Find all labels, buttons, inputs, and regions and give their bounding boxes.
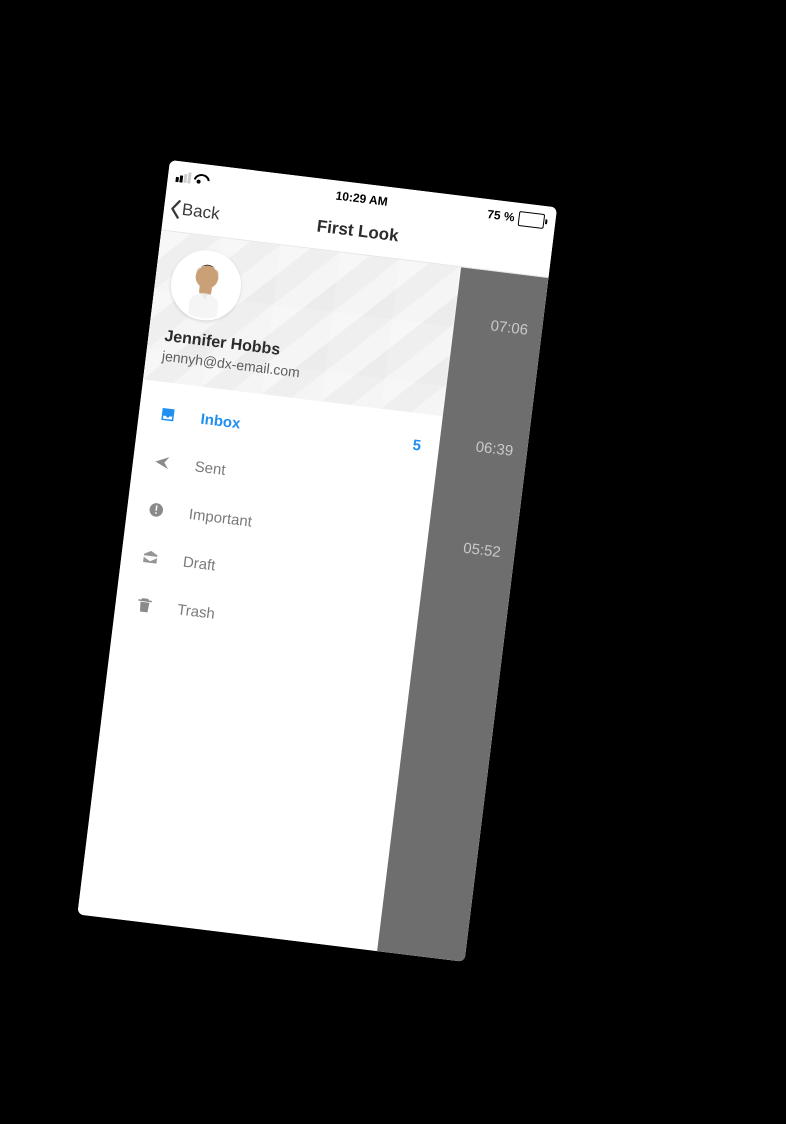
back-label: Back (181, 200, 221, 224)
menu-label: Inbox (200, 410, 242, 432)
wifi-icon (194, 171, 210, 187)
battery-icon (518, 210, 549, 228)
menu-badge: 5 (412, 436, 422, 454)
menu-label: Draft (182, 553, 216, 574)
inbox-icon (156, 404, 180, 425)
battery-percent: 75 % (487, 207, 516, 224)
draft-icon (138, 547, 162, 568)
back-button[interactable]: Back (163, 197, 221, 226)
trash-icon (133, 595, 157, 616)
menu-label: Trash (176, 601, 216, 622)
list-time: 06:39 (475, 438, 514, 459)
list-time: 07:06 (490, 317, 529, 338)
important-icon (144, 500, 168, 521)
list-time: 05:52 (462, 540, 501, 561)
sent-icon (150, 452, 174, 473)
avatar[interactable] (167, 246, 245, 324)
signal-icon (175, 170, 191, 183)
avatar-image (169, 249, 243, 323)
menu-label: Sent (194, 458, 227, 479)
phone-frame: 10:29 AM 75 % Back First Look (77, 160, 557, 962)
menu-label: Important (188, 506, 253, 531)
drawer-menu: Inbox 5 Sent Important (112, 379, 443, 670)
